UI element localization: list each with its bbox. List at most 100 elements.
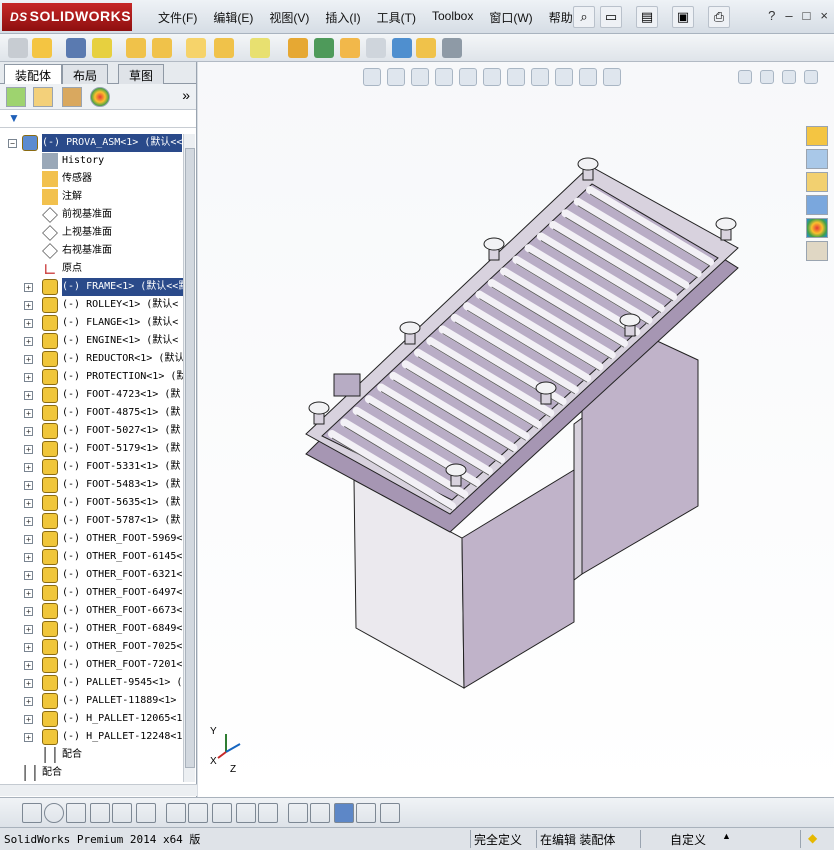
tree-expander[interactable]: +	[24, 391, 33, 400]
tree-expander[interactable]: +	[24, 499, 33, 508]
save-button[interactable]: ▣	[672, 6, 694, 28]
tree-expander[interactable]: +	[24, 571, 33, 580]
triangle-icon[interactable]	[310, 803, 330, 823]
tree-expander[interactable]: +	[24, 409, 33, 418]
menu-item-0[interactable]: 文件(F)	[150, 9, 205, 26]
new-part-icon[interactable]	[32, 38, 52, 58]
search-commands-icon[interactable]: ⌕	[573, 6, 595, 28]
tree-expander[interactable]: +	[24, 517, 33, 526]
point-icon[interactable]	[22, 803, 42, 823]
insert-component-icon[interactable]	[8, 38, 28, 58]
smart-fasteners-icon[interactable]	[126, 38, 146, 58]
design-library-icon[interactable]	[806, 149, 828, 169]
tree-expander[interactable]: +	[24, 679, 33, 688]
property-manager-icon[interactable]	[33, 87, 53, 107]
smart-dim-icon[interactable]	[188, 803, 208, 823]
hidden-lines-icon[interactable]	[356, 803, 376, 823]
new-motion-study-icon[interactable]	[288, 38, 308, 58]
tab-sketch[interactable]: 草图	[118, 64, 165, 84]
tree-expander[interactable]: +	[24, 625, 33, 634]
minimize-button[interactable]: –	[785, 8, 792, 23]
linear-pattern-icon[interactable]	[92, 38, 112, 58]
expand-panel-arrow[interactable]: »	[182, 87, 190, 103]
shaded-view-icon[interactable]	[334, 803, 354, 823]
grid-icon[interactable]	[288, 803, 308, 823]
restore-button[interactable]: □	[803, 8, 811, 23]
tree-expander[interactable]: +	[24, 715, 33, 724]
tree-expander[interactable]: +	[24, 319, 33, 328]
rectangle-icon[interactable]	[258, 803, 278, 823]
rebuild-icon[interactable]: ◆	[808, 831, 817, 845]
tree-expander[interactable]: +	[24, 535, 33, 544]
home-icon[interactable]	[806, 126, 828, 146]
open-document-button[interactable]: ▤	[636, 6, 658, 28]
menu-item-1[interactable]: 编辑(E)	[205, 9, 261, 26]
print-button[interactable]: ⎙	[708, 6, 730, 28]
reference-geometry-icon[interactable]	[250, 38, 270, 58]
trim-icon[interactable]	[112, 803, 132, 823]
units-arrow-icon[interactable]: ▲	[722, 831, 731, 841]
tree-expander[interactable]: +	[24, 643, 33, 652]
assembly-features-icon[interactable]	[214, 38, 234, 58]
tree-expander[interactable]: +	[24, 463, 33, 472]
tree-expander[interactable]: +	[24, 355, 33, 364]
angle-icon[interactable]	[136, 803, 156, 823]
file-explorer-icon[interactable]	[806, 172, 828, 192]
mate-icon[interactable]	[66, 38, 86, 58]
cut-list-icon[interactable]	[442, 38, 462, 58]
tree-expander[interactable]: +	[24, 445, 33, 454]
fillet-icon[interactable]	[166, 803, 186, 823]
custom-properties-icon[interactable]	[806, 241, 828, 261]
help-button[interactable]: ?	[768, 8, 775, 23]
tree-expander[interactable]: +	[24, 283, 33, 292]
tree-expander[interactable]: +	[24, 589, 33, 598]
tab-layout[interactable]: 布局	[62, 64, 109, 84]
tree-expander[interactable]: +	[24, 301, 33, 310]
menu-item-4[interactable]: 工具(T)	[369, 9, 424, 26]
tree-expander[interactable]: +	[24, 337, 33, 346]
centerline-icon[interactable]	[236, 803, 256, 823]
tree-expander[interactable]: +	[24, 481, 33, 490]
tree-vertical-scrollbar[interactable]	[183, 134, 195, 782]
tree-expander[interactable]: +	[24, 661, 33, 670]
graphics-area[interactable]: Y X Z	[198, 62, 834, 797]
tree-horizontal-scrollbar[interactable]	[0, 784, 197, 796]
convert-icon[interactable]	[212, 803, 232, 823]
tree-expander[interactable]: +	[24, 607, 33, 616]
tab-assembly[interactable]: 装配体	[4, 64, 63, 85]
configuration-manager-icon[interactable]	[62, 87, 82, 107]
filter-icon[interactable]: ▼	[8, 111, 20, 125]
tree-expander[interactable]: +	[24, 373, 33, 382]
exploded-view-icon[interactable]	[340, 38, 360, 58]
menu-item-5[interactable]: Toolbox	[424, 9, 481, 26]
menu-item-6[interactable]: 窗口(W)	[481, 9, 540, 26]
circle-icon[interactable]	[44, 803, 64, 823]
instant3d-icon[interactable]	[416, 38, 436, 58]
interference-detection-icon[interactable]	[392, 38, 412, 58]
display-manager-icon[interactable]	[90, 87, 110, 107]
tree-expander[interactable]: +	[24, 697, 33, 706]
bill-of-materials-icon[interactable]	[314, 38, 334, 58]
polygon-icon[interactable]	[90, 803, 110, 823]
tree-expander[interactable]: +	[24, 427, 33, 436]
scroll-thumb[interactable]	[185, 148, 195, 768]
menu-item-3[interactable]: 插入(I)	[317, 9, 368, 26]
tree-expander[interactable]: −	[8, 139, 17, 148]
feature-manager-tree-icon[interactable]	[6, 87, 26, 107]
part-icon	[42, 369, 58, 385]
status-units[interactable]: 自定义	[670, 831, 706, 848]
move-component-icon[interactable]	[152, 38, 172, 58]
view-palette-icon[interactable]	[806, 195, 828, 215]
explode-line-sketch-icon[interactable]	[366, 38, 386, 58]
solidworks-logo[interactable]: DS SOLIDWORKS	[2, 3, 132, 31]
wireframe-icon[interactable]	[380, 803, 400, 823]
tree-expander[interactable]: +	[24, 553, 33, 562]
show-hidden-icon[interactable]	[186, 38, 206, 58]
tree-expander[interactable]: +	[24, 733, 33, 742]
conveyor-model[interactable]	[198, 62, 834, 797]
line-icon[interactable]	[66, 803, 86, 823]
appearances-icon[interactable]	[806, 218, 828, 238]
menu-item-2[interactable]: 视图(V)	[261, 9, 317, 26]
close-button[interactable]: ×	[820, 8, 828, 23]
new-document-button[interactable]: ▭	[600, 6, 622, 28]
